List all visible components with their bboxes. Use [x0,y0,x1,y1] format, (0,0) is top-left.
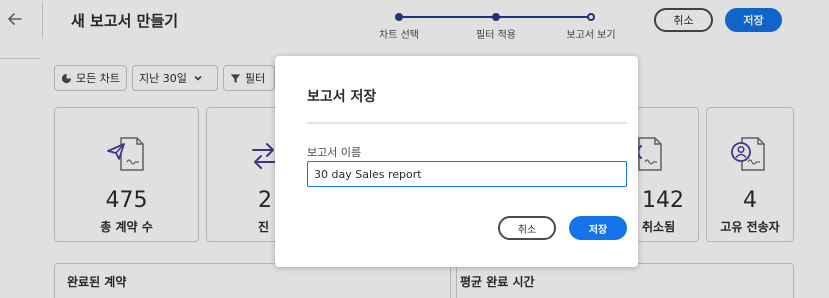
dialog-save-button[interactable]: 저장 [569,216,627,240]
report-name-input[interactable] [307,161,627,187]
report-name-label: 보고서 이름 [307,146,362,159]
dialog-cancel-button[interactable]: 취소 [498,216,556,240]
dialog-title: 보고서 저장 [307,89,377,105]
dialog-divider [307,122,627,124]
save-report-dialog: 보고서 저장 보고서 이름 취소 저장 [275,56,638,267]
